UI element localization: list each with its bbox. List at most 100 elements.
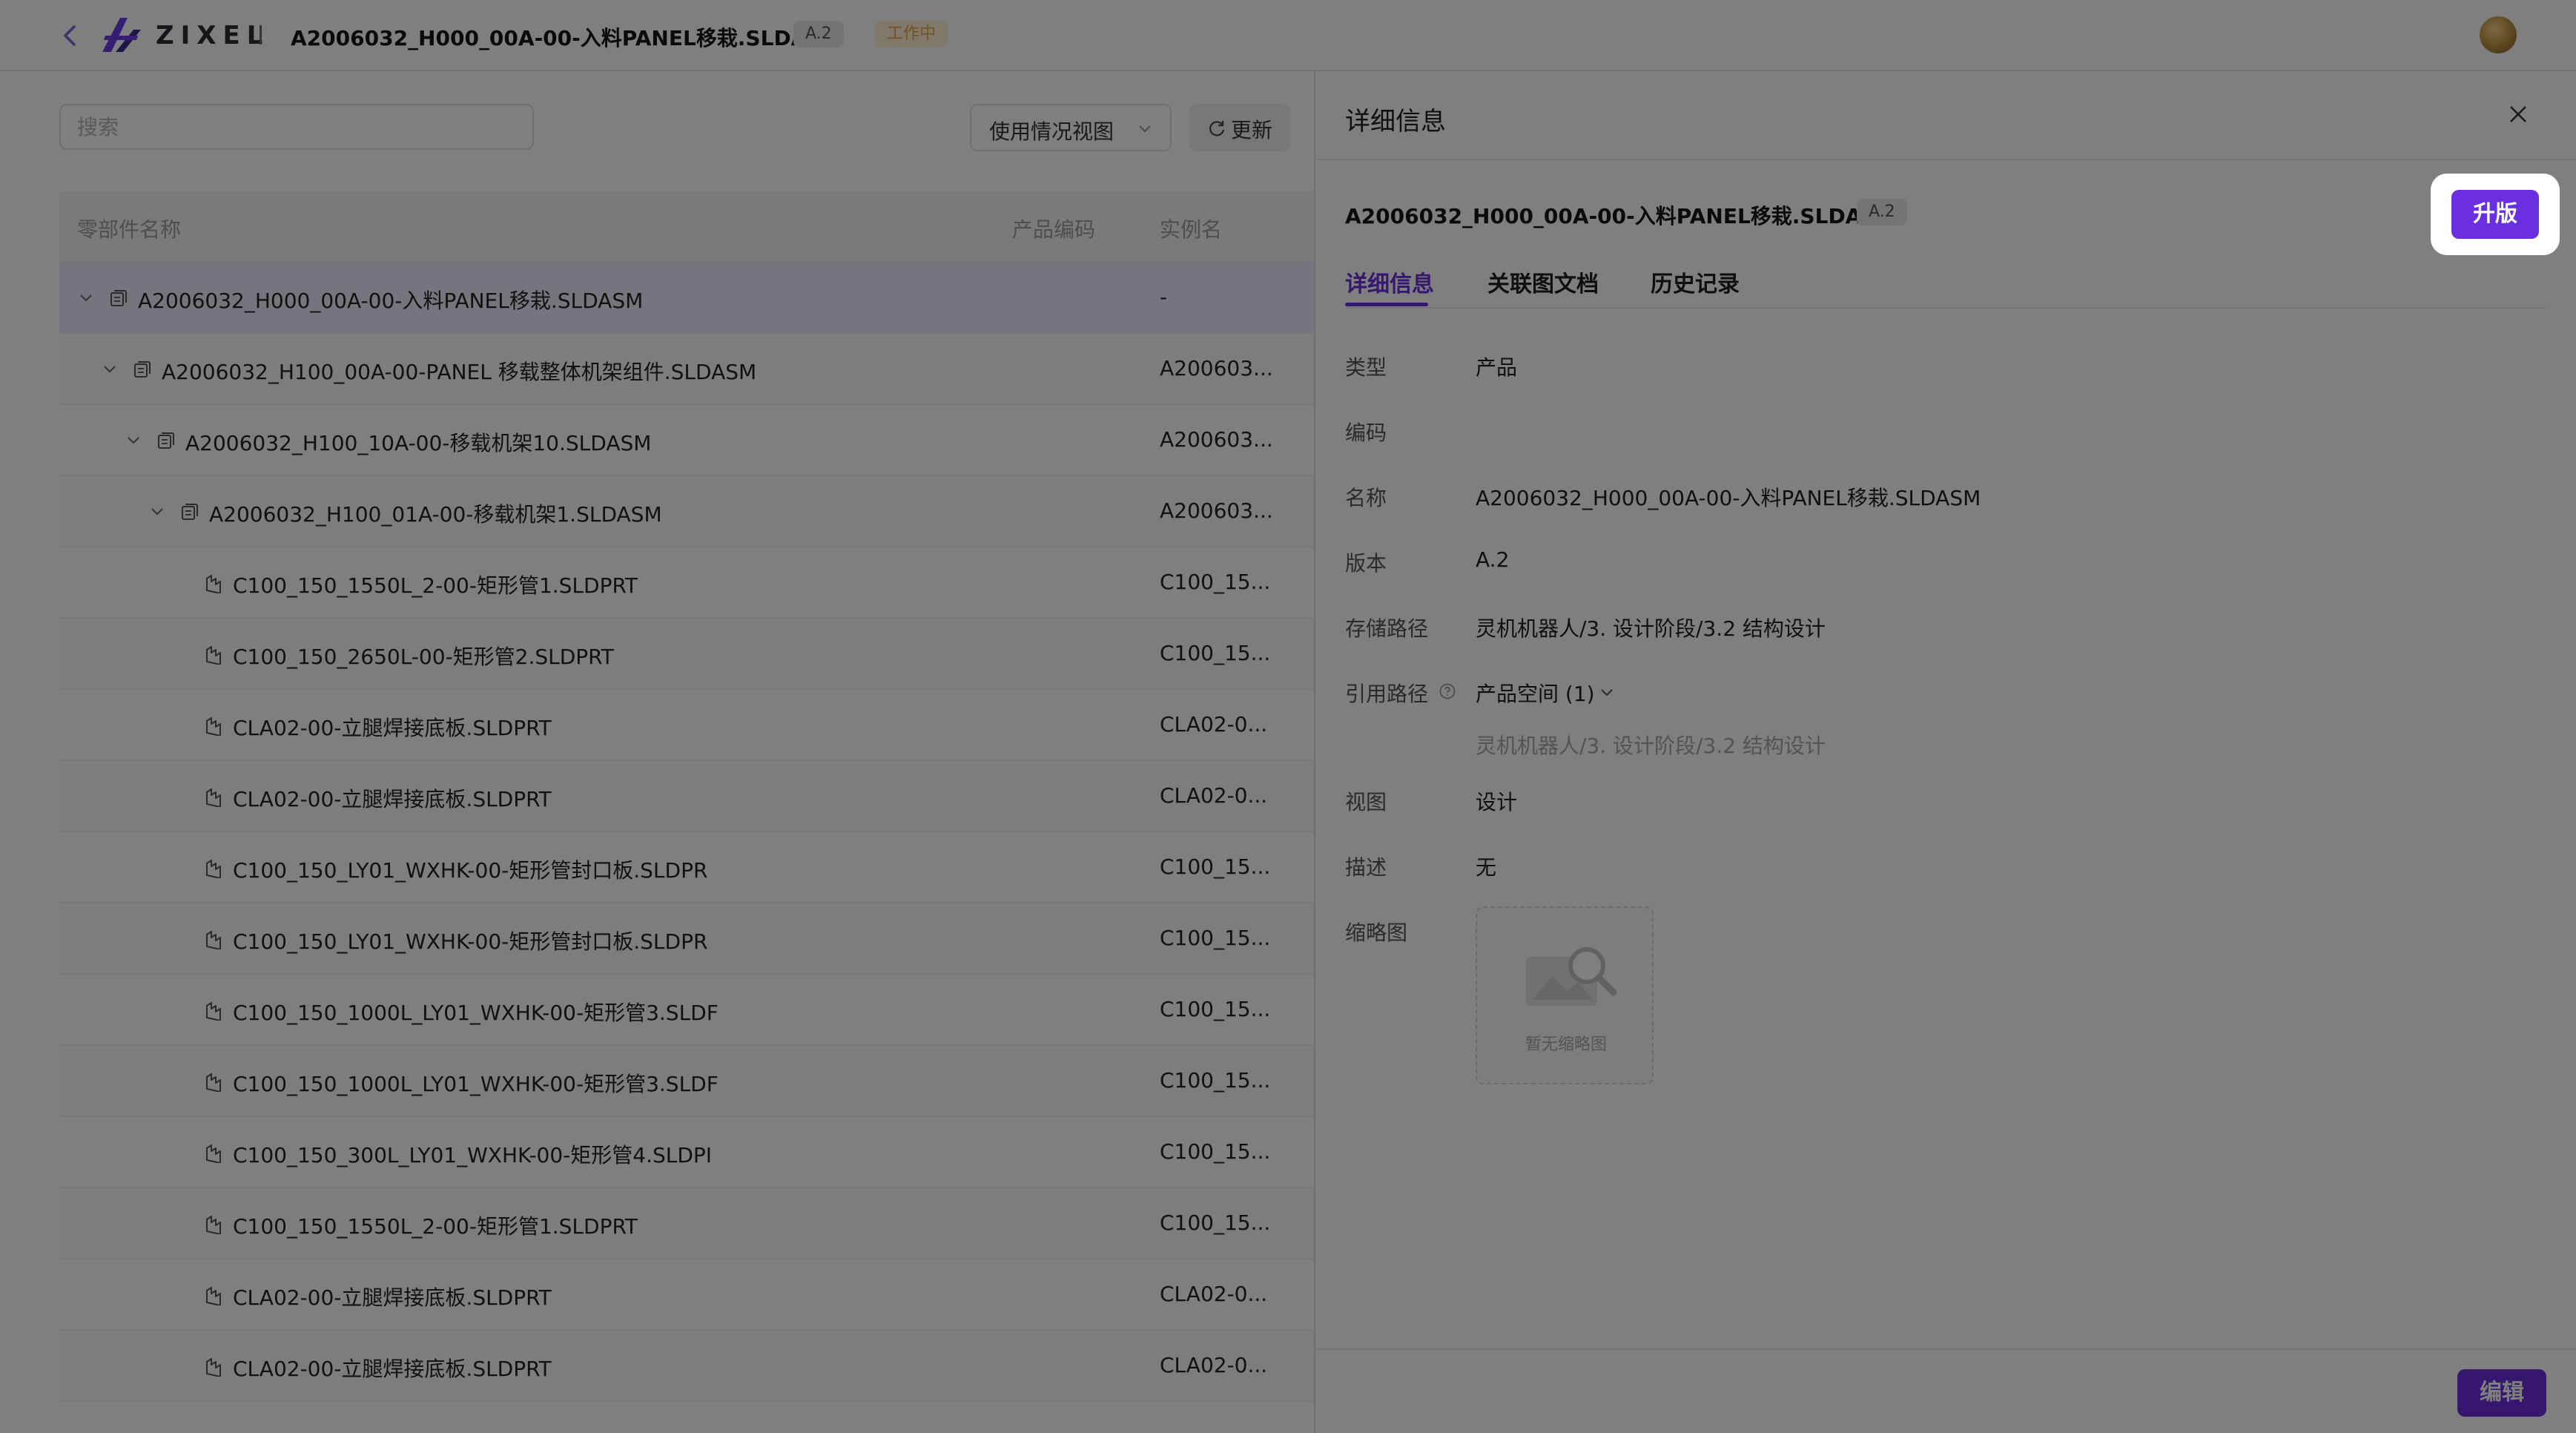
chevron-down-icon[interactable] xyxy=(148,503,166,521)
column-header-code[interactable]: 产品编码 xyxy=(1012,214,1095,243)
refresh-label: 更新 xyxy=(1231,118,1273,142)
search-input[interactable] xyxy=(61,105,532,148)
table-row[interactable]: C100_150_1550L_2-00-矩形管1.SLDPRT C100_15..… xyxy=(59,1188,1314,1259)
chevron-down-icon[interactable] xyxy=(1599,684,1615,700)
version-badge: A.2 xyxy=(793,21,844,47)
tab-history[interactable]: 历史记录 xyxy=(1651,266,1740,298)
assembly-icon xyxy=(134,361,151,378)
row-instance: C100_15... xyxy=(1160,926,1271,950)
thumbnail-placeholder: 暂无缩略图 xyxy=(1476,906,1654,1084)
table-row[interactable]: CLA02-00-立腿焊接底板.SLDPRT CLA02-0... xyxy=(59,761,1314,832)
row-instance: A200603... xyxy=(1160,356,1273,381)
row-name: C100_150_1000L_LY01_WXHK-00-矩形管3.SLDF xyxy=(233,1072,719,1096)
field-storage-value: 灵机机器人/3. 设计阶段/3.2 结构设计 xyxy=(1476,616,1826,641)
row-name: CLA02-00-立腿焊接底板.SLDPRT xyxy=(233,787,552,811)
field-type-value: 产品 xyxy=(1476,355,1518,380)
table-row[interactable]: A2006032_H100_10A-00-移载机架10.SLDASM A20060… xyxy=(59,405,1314,476)
chevron-down-icon[interactable] xyxy=(125,432,142,449)
column-header-name[interactable]: 零部件名称 xyxy=(77,214,181,243)
refresh-button[interactable]: 更新 xyxy=(1189,104,1290,151)
row-instance: CLA02-0... xyxy=(1160,712,1268,737)
row-instance: A200603... xyxy=(1160,498,1273,523)
document-title: A2006032_H000_00A-00-入料PANEL移栽.SLDASM xyxy=(291,26,843,50)
table-row[interactable]: C100_150_1000L_LY01_WXHK-00-矩形管3.SLDF C10… xyxy=(59,1046,1314,1117)
assembly-icon xyxy=(158,432,174,449)
refresh-icon xyxy=(1209,121,1225,136)
field-ref-subpath: 灵机机器人/3. 设计阶段/3.2 结构设计 xyxy=(1476,734,1826,758)
field-desc-label: 描述 xyxy=(1345,855,1387,880)
part-icon xyxy=(206,788,221,807)
field-view-label: 视图 xyxy=(1345,790,1387,814)
no-image-icon xyxy=(1526,947,1617,1006)
table-row[interactable]: CLA02-00-立腿焊接底板.SLDPRT CLA02-0... xyxy=(59,1259,1314,1331)
table-row[interactable]: A2006032_H000_00A-00-入料PANEL移栽.SLDASM - xyxy=(59,263,1314,334)
field-version-value: A.2 xyxy=(1476,547,1510,572)
field-version-label: 版本 xyxy=(1345,551,1387,576)
table-row[interactable]: C100_150_LY01_WXHK-00-矩形管封口板.SLDPR C100_1… xyxy=(59,903,1314,975)
detail-panel: 详细信息 A2006032_H000_00A-00-入料PANEL移栽.SLDA… xyxy=(1315,71,2576,1433)
field-desc-value: 无 xyxy=(1476,855,1497,880)
row-name: CLA02-00-立腿焊接底板.SLDPRT xyxy=(233,1357,552,1381)
table-row[interactable]: C100_150_1550L_2-00-矩形管1.SLDPRT C100_15..… xyxy=(59,547,1314,619)
structure-panel: 使用情况视图 更新 零部件名称 产品编码 实例名 A2006032_H000_0… xyxy=(0,71,1314,1433)
part-icon xyxy=(206,1287,221,1305)
chevron-down-icon[interactable] xyxy=(77,289,95,307)
help-icon[interactable] xyxy=(1439,682,1456,700)
view-select[interactable]: 使用情况视图 xyxy=(970,104,1172,151)
field-ref-value[interactable]: 产品空间 (1) xyxy=(1476,678,1595,708)
row-instance: CLA02-0... xyxy=(1160,1353,1268,1377)
field-storage-label: 存储路径 xyxy=(1345,616,1429,641)
tabs-divider xyxy=(1345,307,2546,309)
table-row[interactable]: C100_150_1000L_LY01_WXHK-00-矩形管3.SLDF C10… xyxy=(59,975,1314,1046)
row-name: A2006032_H100_00A-00-PANEL 移载整体机架组件.SLDA… xyxy=(162,360,757,384)
chevron-down-icon[interactable] xyxy=(101,360,119,378)
part-icon xyxy=(206,860,221,878)
row-name: CLA02-00-立腿焊接底板.SLDPRT xyxy=(233,1285,552,1310)
search-box[interactable] xyxy=(59,104,534,150)
row-name: A2006032_H100_01A-00-移载机架1.SLDASM xyxy=(209,502,662,527)
panel-title: 详细信息 xyxy=(1345,107,1446,136)
tab-details[interactable]: 详细信息 xyxy=(1345,266,1434,298)
row-instance: C100_15... xyxy=(1160,1139,1271,1164)
upgrade-button[interactable]: 升版 xyxy=(2451,190,2539,239)
assembly-icon xyxy=(182,504,198,520)
row-instance: A200603... xyxy=(1160,427,1273,452)
upgrade-highlight: 升版 xyxy=(2431,174,2560,255)
row-name: C100_150_LY01_WXHK-00-矩形管封口板.SLDPR xyxy=(233,858,708,883)
field-thumb-label: 缩略图 xyxy=(1345,920,1408,945)
tab-related-documents[interactable]: 关联图文档 xyxy=(1487,266,1599,298)
part-icon xyxy=(206,1216,221,1234)
part-icon xyxy=(206,1002,221,1021)
row-instance: C100_15... xyxy=(1160,641,1271,665)
table-row[interactable]: A2006032_H100_01A-00-移载机架1.SLDASM A200603… xyxy=(59,476,1314,547)
row-instance: - xyxy=(1160,285,1168,309)
top-header: ZIXEL A2006032_H000_00A-00-入料PANEL移栽.SLD… xyxy=(0,0,2576,71)
table-row[interactable]: C100_150_2650L-00-矩形管2.SLDPRT C100_15... xyxy=(59,619,1314,690)
table-row[interactable]: A2006032_H100_00A-00-PANEL 移载整体机架组件.SLDA… xyxy=(59,334,1314,405)
panel-header-divider xyxy=(1315,159,2576,160)
part-icon xyxy=(206,646,221,665)
table-row[interactable]: CLA02-00-立腿焊接底板.SLDPRT CLA02-0... xyxy=(59,690,1314,761)
part-icon xyxy=(206,717,221,736)
column-header-instance[interactable]: 实例名 xyxy=(1160,214,1222,243)
table-header: 零部件名称 产品编码 实例名 xyxy=(59,191,1314,263)
row-name: C100_150_1550L_2-00-矩形管1.SLDPRT xyxy=(233,1214,638,1239)
row-instance: C100_15... xyxy=(1160,1068,1271,1093)
row-name: C100_150_1550L_2-00-矩形管1.SLDPRT xyxy=(233,573,638,598)
table-row[interactable]: CLA02-00-立腿焊接底板.SLDPRT CLA02-0... xyxy=(59,1331,1314,1402)
logo-icon xyxy=(102,18,141,52)
back-icon[interactable] xyxy=(61,22,79,49)
row-name: C100_150_1000L_LY01_WXHK-00-矩形管3.SLDF xyxy=(233,1001,719,1025)
row-name: A2006032_H100_10A-00-移载机架10.SLDASM xyxy=(185,431,652,455)
table-row[interactable]: C100_150_300L_LY01_WXHK-00-矩形管4.SLDPI C10… xyxy=(59,1117,1314,1188)
table-row[interactable]: C100_150_LY01_WXHK-00-矩形管封口板.SLDPR C100_1… xyxy=(59,832,1314,903)
logo-text: ZIXEL xyxy=(156,21,270,50)
row-name: C100_150_LY01_WXHK-00-矩形管封口板.SLDPR xyxy=(233,929,708,954)
close-icon[interactable] xyxy=(2506,102,2530,126)
field-name-label: 名称 xyxy=(1345,486,1387,510)
field-name-value: A2006032_H000_00A-00-入料PANEL移栽.SLDASM xyxy=(1476,486,1981,510)
avatar[interactable] xyxy=(2480,16,2517,53)
header-divider xyxy=(260,25,262,45)
edit-button[interactable]: 编辑 xyxy=(2457,1369,2546,1417)
row-name: C100_150_2650L-00-矩形管2.SLDPRT xyxy=(233,645,614,669)
